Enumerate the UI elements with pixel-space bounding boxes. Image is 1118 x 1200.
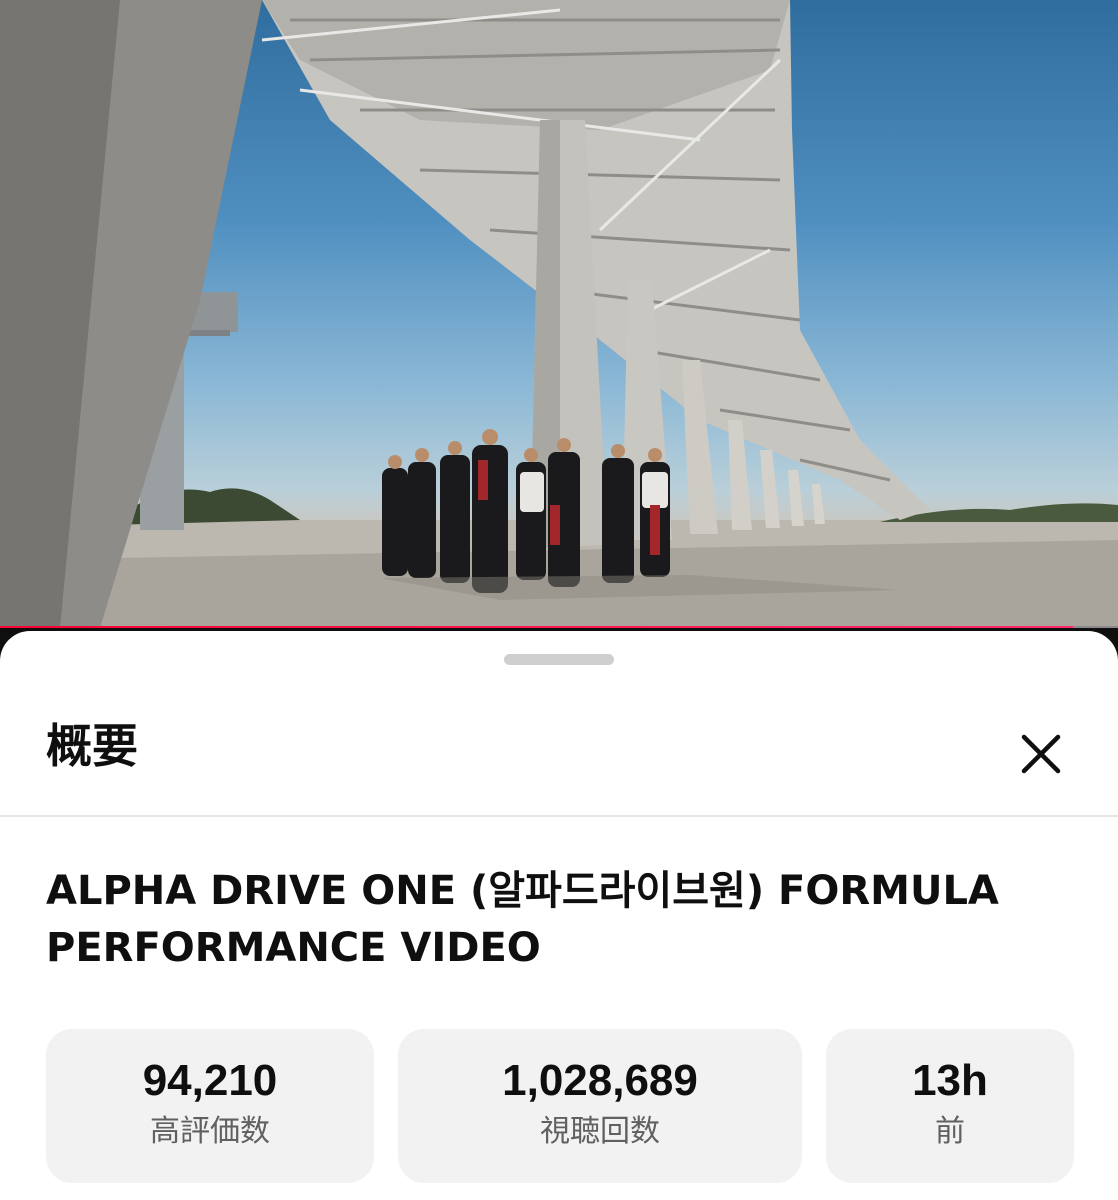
drag-handle[interactable] bbox=[504, 654, 614, 665]
upload-time-stat: 13h 前 bbox=[826, 1029, 1074, 1183]
video-progress-fill bbox=[0, 626, 1074, 628]
video-frame-illustration bbox=[0, 0, 1118, 628]
close-button[interactable] bbox=[1012, 725, 1070, 783]
sheet-title: 概要 bbox=[46, 719, 138, 773]
divider bbox=[0, 815, 1118, 817]
likes-label: 高評価数 bbox=[150, 1114, 270, 1149]
likes-count: 94,210 bbox=[142, 1056, 278, 1105]
likes-stat: 94,210 高評価数 bbox=[46, 1029, 374, 1183]
video-progress-bar[interactable] bbox=[0, 626, 1118, 628]
close-icon bbox=[1021, 734, 1061, 774]
upload-time-value: 13h bbox=[912, 1056, 988, 1105]
views-stat: 1,028,689 視聴回数 bbox=[398, 1029, 802, 1183]
video-player[interactable] bbox=[0, 0, 1118, 628]
upload-time-label: 前 bbox=[935, 1114, 965, 1149]
screen: 概要 ALPHA DRIVE ONE (알파드라이브원) FORMULA PER… bbox=[0, 0, 1118, 1200]
views-label: 視聴回数 bbox=[540, 1114, 660, 1149]
views-count: 1,028,689 bbox=[502, 1056, 698, 1105]
video-title: ALPHA DRIVE ONE (알파드라이브원) FORMULA PERFOR… bbox=[46, 868, 999, 971]
description-sheet: 概要 ALPHA DRIVE ONE (알파드라이브원) FORMULA PER… bbox=[0, 631, 1118, 1200]
